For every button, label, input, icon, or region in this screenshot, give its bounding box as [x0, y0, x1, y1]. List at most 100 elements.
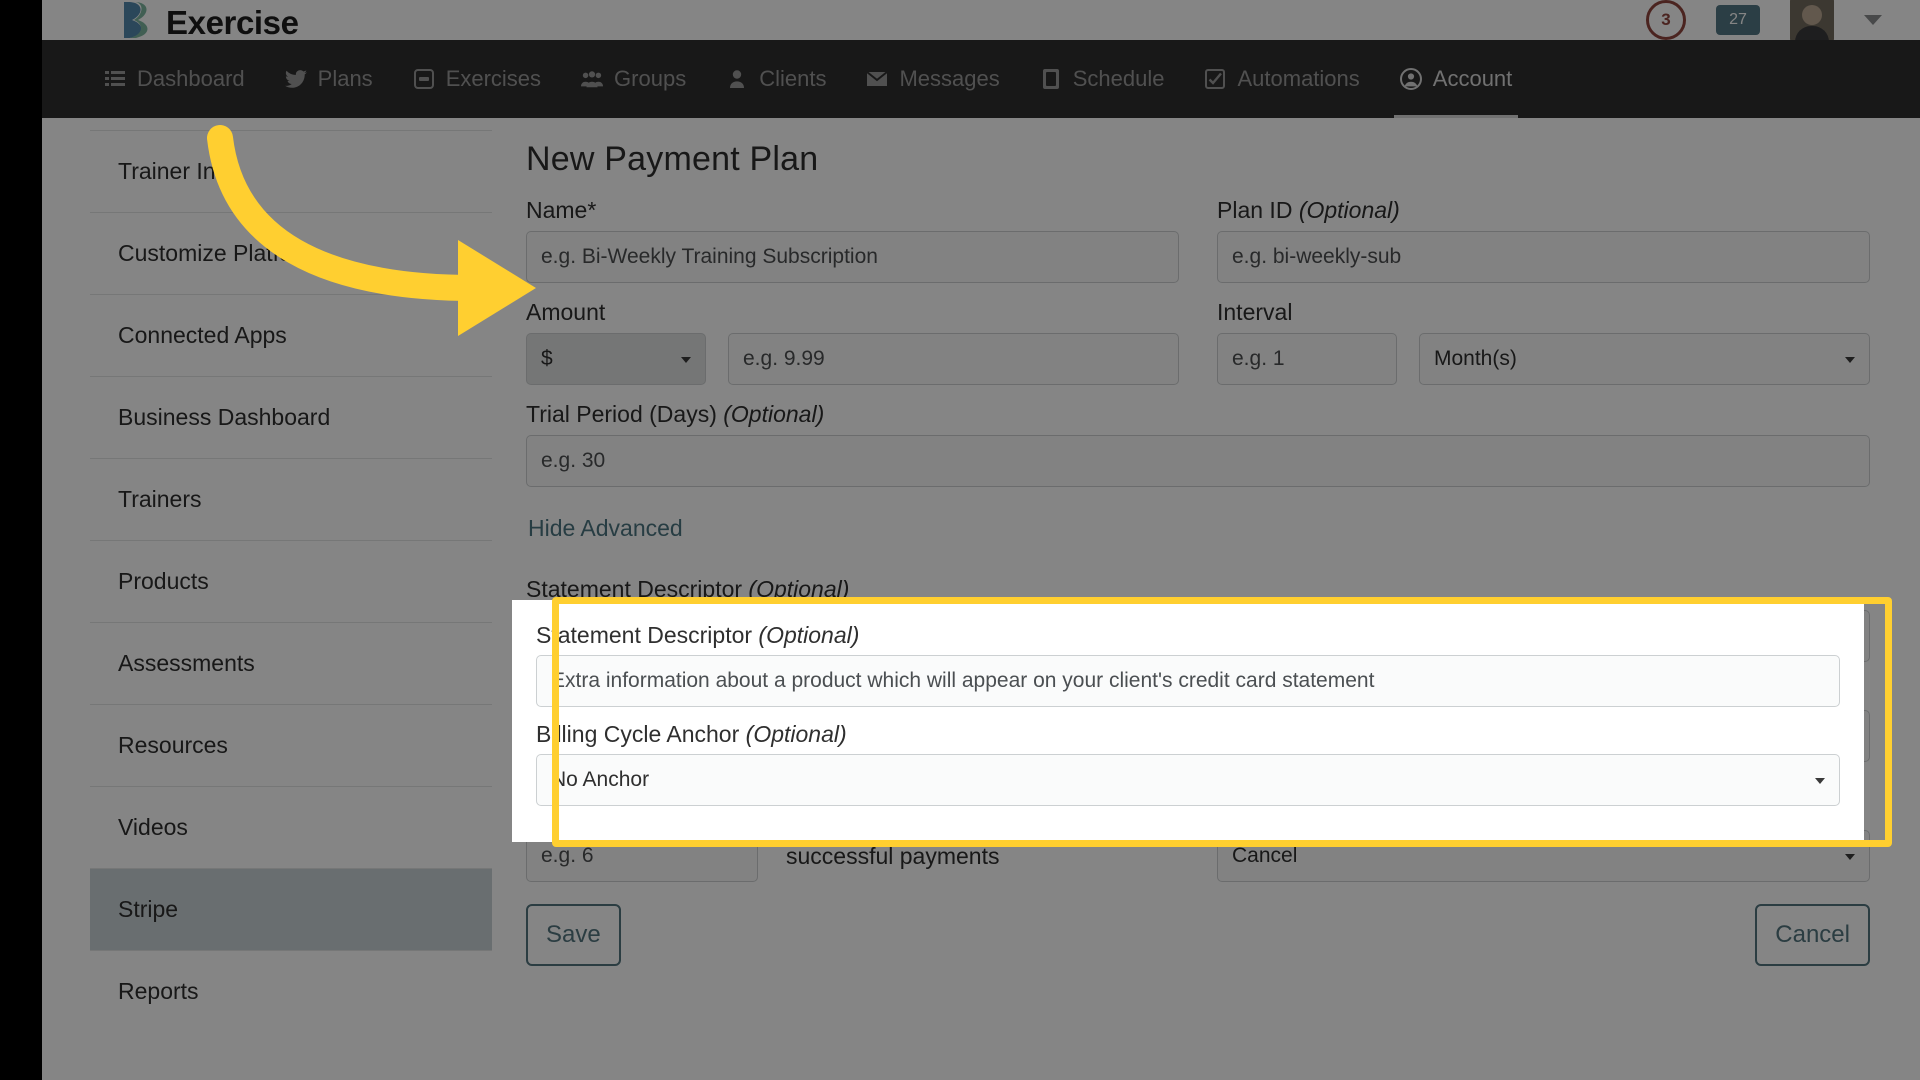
sidebar-item-reports[interactable]: Reports	[90, 950, 492, 1032]
field-statement-descriptor: Statement Descriptor (Optional)	[526, 576, 1870, 662]
avatar-head	[1802, 5, 1822, 25]
nav-item-account[interactable]: Account	[1380, 40, 1533, 118]
interval-controls: Month(s)	[1217, 333, 1870, 385]
nav-label: Automations	[1237, 66, 1360, 91]
nav-item-dashboard[interactable]: Dashboard	[84, 40, 265, 118]
sidebar-item-assessments[interactable]: Assessments	[90, 622, 492, 704]
currency-select[interactable]: $	[526, 333, 706, 385]
row-contract: Contract Number of Cycles (Optional) suc…	[526, 796, 1870, 882]
field-contract-cycles: Contract Number of Cycles (Optional) suc…	[526, 796, 1179, 882]
contract-cycles-suffix: successful payments	[786, 842, 1000, 869]
row-statement-descriptor: Statement Descriptor (Optional)	[526, 576, 1870, 662]
field-trial-period: Trial Period (Days) (Optional)	[526, 401, 1870, 487]
currency-value: $	[541, 347, 553, 370]
sidebar-item-trainer-info[interactable]: Trainer Info	[90, 130, 492, 212]
page-content-dimmed: Exercise 3 27 Dashboard Plans Exercises …	[42, 0, 1920, 1080]
sidebar-item-videos[interactable]: Videos	[90, 786, 492, 868]
save-button[interactable]: Save	[526, 904, 621, 966]
amount-input[interactable]	[728, 333, 1179, 385]
nav-item-automations[interactable]: Automations	[1184, 40, 1379, 118]
sidebar-item-business-dashboard[interactable]: Business Dashboard	[90, 376, 492, 458]
contract-cycles-input[interactable]	[526, 830, 758, 882]
end-of-contract-select[interactable]: Cancel	[1217, 830, 1870, 882]
exercise-logo-icon	[122, 0, 156, 40]
brand-bar: Exercise 3 27	[42, 0, 1920, 42]
sidebar-item-label: Stripe	[118, 896, 179, 922]
billing-cycle-anchor-select-highlight[interactable]: No Anchor	[536, 754, 1840, 806]
nav-label: Dashboard	[137, 66, 245, 91]
billing-cycle-anchor-value: No Anchor	[541, 724, 640, 747]
field-amount: Amount $	[526, 299, 1179, 385]
sidebar-item-stripe[interactable]: Stripe	[90, 868, 492, 950]
trial-period-optional: (Optional)	[723, 401, 825, 427]
hide-advanced-link[interactable]: Hide Advanced	[528, 515, 683, 542]
field-plan-id: Plan ID (Optional)	[1217, 197, 1870, 283]
field-interval: Interval Month(s)	[1217, 299, 1870, 385]
nav-label: Groups	[614, 66, 687, 91]
nav-item-messages[interactable]: Messages	[846, 40, 1019, 118]
cancel-button[interactable]: Cancel	[1755, 904, 1870, 966]
interval-count-input[interactable]	[1217, 333, 1397, 385]
account-circle-icon	[1399, 68, 1422, 90]
sidebar-item-connected-apps[interactable]: Connected Apps	[90, 294, 492, 376]
sidebar-item-label: Assessments	[118, 650, 255, 676]
sidebar-item-label: Connected Apps	[118, 322, 287, 348]
nav-label: Exercises	[445, 66, 542, 91]
form-actions: Save Cancel	[526, 904, 1870, 966]
sidebar-item-label: Products	[118, 568, 209, 594]
nav-item-clients[interactable]: Clients	[706, 40, 846, 118]
contract-cycles-controls: successful payments	[526, 830, 1179, 882]
statement-descriptor-input-highlight[interactable]	[536, 655, 1840, 707]
sidebar-item-label: Business Dashboard	[118, 404, 331, 430]
content-area: Trainer Info Customize Platform Connecte…	[42, 118, 1920, 1080]
users-icon	[581, 68, 604, 90]
field-end-of-contract: End of Contract Behavior Cancel	[1217, 796, 1870, 882]
sidebar-item-customize-platform[interactable]: Customize Platform	[90, 212, 492, 294]
nav-label: Messages	[899, 66, 1000, 91]
trial-period-label-text: Trial Period (Days)	[526, 401, 724, 427]
envelope-icon	[866, 68, 889, 90]
trial-period-input[interactable]	[526, 435, 1870, 487]
messages-badge[interactable]: 27	[1716, 5, 1760, 35]
nav-item-plans[interactable]: Plans	[265, 40, 393, 118]
nav-item-groups[interactable]: Groups	[561, 40, 706, 118]
plan-id-label-text: Plan ID	[1217, 197, 1299, 223]
nav-item-exercises[interactable]: Exercises	[393, 40, 561, 118]
interval-unit-select[interactable]: Month(s)	[1419, 333, 1870, 385]
name-input[interactable]	[526, 231, 1179, 283]
check-square-icon	[1204, 68, 1226, 90]
chevron-down-icon[interactable]	[1864, 15, 1882, 25]
nav-item-schedule[interactable]: Schedule	[1020, 40, 1185, 118]
calendar-icon	[1040, 68, 1062, 90]
amount-label: Amount	[526, 299, 606, 325]
billing-cycle-anchor-value-highlight: No Anchor	[551, 768, 650, 791]
plan-id-label: Plan ID (Optional)	[1217, 197, 1870, 224]
name-label: Name*	[526, 197, 597, 223]
row-name-planid: Name* Plan ID (Optional)	[526, 197, 1870, 283]
nav-label: Plans	[317, 66, 373, 91]
statement-descriptor-label: Statement Descriptor (Optional)	[526, 576, 1870, 603]
interval-label: Interval	[1217, 299, 1293, 325]
avatar[interactable]	[1790, 0, 1834, 42]
alerts-badge[interactable]: 3	[1646, 0, 1686, 40]
payment-plan-form: New Payment Plan Name* Plan ID (Optional…	[492, 118, 1920, 1080]
statement-descriptor-label-text: Statement Descriptor	[526, 576, 749, 602]
sidebar-item-label: Resources	[118, 732, 228, 758]
sidebar-item-label: Customize Platform	[118, 240, 319, 266]
sidebar-item-label: Trainers	[118, 486, 202, 512]
field-name: Name*	[526, 197, 1179, 283]
sidebar-item-trainers[interactable]: Trainers	[90, 458, 492, 540]
sidebar-item-label: Trainer Info	[118, 158, 235, 184]
sidebar-item-products[interactable]: Products	[90, 540, 492, 622]
list-icon	[104, 68, 126, 90]
feather-icon	[284, 68, 307, 90]
plan-id-input[interactable]	[1217, 231, 1870, 283]
sidebar-item-resources[interactable]: Resources	[90, 704, 492, 786]
brand-logo-group[interactable]: Exercise	[122, 0, 299, 40]
nav-label: Account	[1432, 66, 1513, 91]
statement-descriptor-optional: (Optional)	[748, 576, 850, 602]
sidebar-item-label: Reports	[118, 978, 199, 1004]
sidebar-item-label: Videos	[118, 814, 188, 840]
main-navigation: Dashboard Plans Exercises Groups Clients…	[42, 40, 1920, 118]
brand-name: Exercise	[166, 4, 299, 41]
